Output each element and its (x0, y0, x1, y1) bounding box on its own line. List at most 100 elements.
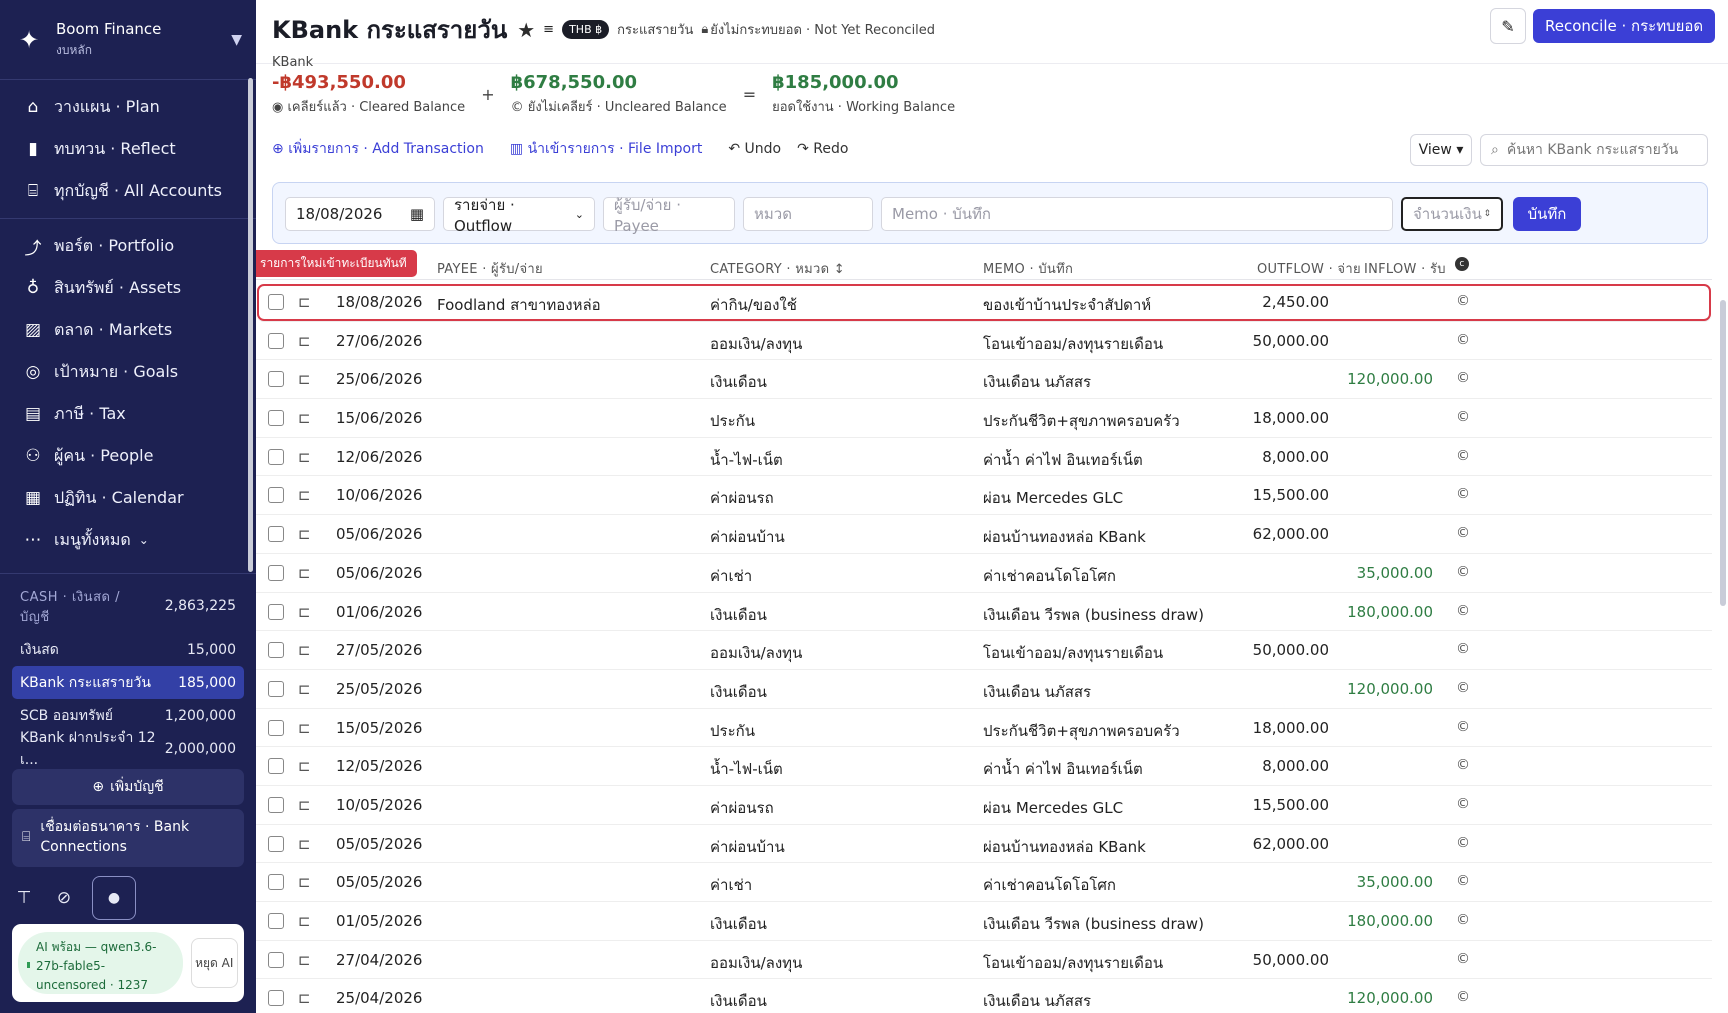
cell-inflow[interactable]: 120,000.00 (1341, 989, 1433, 1007)
flag-icon[interactable]: ⊏ (298, 989, 311, 1007)
redo-button[interactable]: ↷ Redo (797, 141, 848, 157)
star-icon[interactable]: ★ (517, 18, 535, 42)
cell-category[interactable]: ค่าเช่า (710, 873, 752, 897)
cell-category[interactable]: ค่าเช่า (710, 564, 752, 588)
cell-memo[interactable]: ประกันชีวิต+สุขภาพครอบครัว (983, 409, 1180, 433)
undo-button[interactable]: ↶ Undo (728, 141, 781, 157)
cell-date[interactable]: 15/06/2026 (336, 409, 422, 427)
row-checkbox[interactable] (268, 951, 284, 968)
flag-icon[interactable]: ⊏ (298, 719, 311, 737)
cell-category[interactable]: ค่าผ่อนรถ (710, 486, 774, 510)
sidebar-scrollbar[interactable] (248, 78, 253, 572)
cell-outflow[interactable]: 8,000.00 (1236, 757, 1329, 775)
account-item[interactable]: KBank ฝากประจำ 12 เ... 2,000,000 (0, 730, 256, 768)
cell-memo[interactable]: ผ่อน Mercedes GLC (983, 486, 1123, 510)
cell-memo[interactable]: เงินเดือน นภัสสร (983, 370, 1091, 394)
uncleared-icon[interactable]: © (1456, 525, 1470, 541)
flag-icon[interactable]: ⊏ (298, 757, 311, 775)
table-row[interactable]: ⊏ 01/05/2026 เงินเดือน เงินเดือน วีรพล (bus… (256, 902, 1712, 941)
cell-memo[interactable]: ผ่อน Mercedes GLC (983, 796, 1123, 820)
memo-input[interactable]: Memo · บันทึก (881, 197, 1393, 231)
flag-icon[interactable]: ⊏ (298, 486, 311, 504)
amount-input[interactable]: จำนวนเงิน ⇕ (1401, 197, 1503, 231)
cell-outflow[interactable]: 62,000.00 (1236, 525, 1329, 543)
cell-category[interactable]: เงินเดือน (710, 370, 767, 394)
stop-ai-button[interactable]: หยุด AI (190, 938, 238, 988)
cell-memo[interactable]: เงินเดือน วีรพล (business draw) (983, 603, 1204, 627)
nav-goals[interactable]: ◎ เป้าหมาย · Goals (0, 351, 256, 393)
uncleared-icon[interactable]: © (1456, 951, 1470, 967)
row-checkbox[interactable] (268, 680, 284, 697)
nav-markets[interactable]: ▨ ตลาด · Markets (0, 309, 256, 351)
eye-off-icon[interactable]: ⊘ (52, 888, 76, 908)
table-row[interactable]: ⊏ 15/06/2026 ประกัน ประกันชีวิต+สุขภาพครอบค… (256, 399, 1712, 438)
cash-group-header[interactable]: CASH · เงินสด / บัญชี 2,863,225 (0, 588, 256, 627)
row-checkbox[interactable] (268, 410, 284, 427)
table-row[interactable]: ⊏ 12/06/2026 น้ำ-ไฟ-เน็ต ค่าน้ำ ค่าไฟ อินเท… (256, 438, 1712, 477)
cell-date[interactable]: 05/06/2026 (336, 525, 422, 543)
cell-inflow[interactable]: 35,000.00 (1341, 873, 1433, 891)
cell-inflow[interactable]: 120,000.00 (1341, 370, 1433, 388)
cell-outflow[interactable]: 15,500.00 (1236, 796, 1329, 814)
cell-inflow[interactable]: 180,000.00 (1341, 912, 1433, 930)
flag-icon[interactable]: ⊏ (298, 835, 311, 853)
cell-memo[interactable]: ค่าเช่าคอนโดโอโศก (983, 873, 1116, 897)
uncleared-icon[interactable]: © (1456, 564, 1470, 580)
col-inflow[interactable]: INFLOW · รับ (1362, 258, 1446, 279)
nav-assets[interactable]: ♁ สินทรัพย์ · Assets (0, 267, 256, 309)
row-checkbox[interactable] (268, 835, 284, 852)
uncleared-icon[interactable]: © (1456, 835, 1470, 851)
cell-date[interactable]: 05/05/2026 (336, 873, 422, 891)
add-account-button[interactable]: ⊕ เพิ่มบัญชี (12, 769, 244, 805)
chat-bubble-button[interactable]: ● (92, 876, 136, 920)
nav-all-menus[interactable]: ⋯ เมนูทั้งหมด ⌄ (0, 519, 256, 561)
row-checkbox[interactable] (268, 526, 284, 543)
cell-category[interactable]: ประกัน (710, 409, 755, 433)
cell-category[interactable]: ค่าผ่อนบ้าน (710, 835, 785, 859)
cell-inflow[interactable]: 120,000.00 (1341, 680, 1433, 698)
cell-date[interactable]: 27/04/2026 (336, 951, 422, 969)
flag-icon[interactable]: ⊏ (298, 912, 311, 930)
account-item[interactable]: เงินสด 15,000 (0, 633, 256, 666)
row-checkbox[interactable] (268, 796, 284, 813)
nav-all-accounts[interactable]: ⌸ ทุกบัญชี · All Accounts (0, 170, 256, 212)
flag-icon[interactable]: ⊏ (298, 564, 311, 582)
cell-category[interactable]: ค่าผ่อนบ้าน (710, 525, 785, 549)
col-category[interactable]: CATEGORY · หมวด ↕ (710, 258, 845, 279)
table-row[interactable]: ⊏ 27/04/2026 ออมเงิน/ลงทุน โอนเข้าออม/ลงทุน… (256, 941, 1712, 980)
cell-outflow[interactable]: 62,000.00 (1236, 835, 1329, 853)
cell-date[interactable]: 01/06/2026 (336, 603, 422, 621)
cell-memo[interactable]: ค่าน้ำ ค่าไฟ อินเทอร์เน็ต (983, 448, 1143, 472)
table-row[interactable]: ⊏ 15/05/2026 ประกัน ประกันชีวิต+สุขภาพครอบค… (256, 709, 1712, 748)
stepper-icon[interactable]: ⇕ (1483, 209, 1491, 219)
cleared-column-icon[interactable]: c (1455, 257, 1469, 271)
cell-category[interactable]: ออมเงิน/ลงทุน (710, 332, 802, 356)
uncleared-icon[interactable]: © (1456, 873, 1470, 889)
flag-icon[interactable]: ⊏ (298, 448, 311, 466)
table-row[interactable]: ⊏ 10/05/2026 ค่าผ่อนรถ ผ่อน Mercedes GLC 15,… (256, 786, 1712, 825)
account-item-active[interactable]: KBank กระแสรายวัน 185,000 (12, 666, 244, 699)
flag-icon[interactable]: ⊏ (298, 370, 311, 388)
flag-icon[interactable]: ⊏ (298, 951, 311, 969)
table-row[interactable]: ⊏ 10/06/2026 ค่าผ่อนรถ ผ่อน Mercedes GLC 15,… (256, 476, 1712, 516)
cell-date[interactable]: 01/05/2026 (336, 912, 422, 930)
cell-memo[interactable]: ผ่อนบ้านทองหล่อ KBank (983, 525, 1146, 549)
row-checkbox[interactable] (268, 719, 284, 736)
cell-date[interactable]: 12/05/2026 (336, 757, 422, 775)
cell-category[interactable]: ประกัน (710, 719, 755, 743)
cell-date[interactable]: 10/06/2026 (336, 486, 422, 504)
cell-date[interactable]: 27/06/2026 (336, 332, 422, 350)
uncleared-icon[interactable]: © (1456, 989, 1470, 1005)
cell-memo[interactable]: ค่าเช่าคอนโดโอโศก (983, 564, 1116, 588)
cell-memo[interactable]: ของเข้าบ้านประจำสัปดาห์ (983, 293, 1151, 317)
cell-memo[interactable]: โอนเข้าออม/ลงทุนรายเดือน (983, 641, 1163, 665)
uncleared-icon[interactable]: © (1456, 409, 1470, 425)
flag-icon[interactable]: ⊏ (298, 293, 311, 311)
nav-plan[interactable]: ⌂ วางแผน · Plan (0, 86, 256, 128)
cell-date[interactable]: 18/08/2026 (336, 293, 422, 311)
cell-inflow[interactable]: 180,000.00 (1341, 603, 1433, 621)
table-row[interactable]: ⊏ 27/06/2026 ออมเงิน/ลงทุน โอนเข้าออม/ลงทุน… (256, 322, 1712, 361)
col-payee[interactable]: PAYEE · ผู้รับ/จ่าย (437, 258, 543, 279)
calendar-icon[interactable]: ▦ (410, 205, 424, 223)
flag-icon[interactable]: ⊏ (298, 525, 311, 543)
